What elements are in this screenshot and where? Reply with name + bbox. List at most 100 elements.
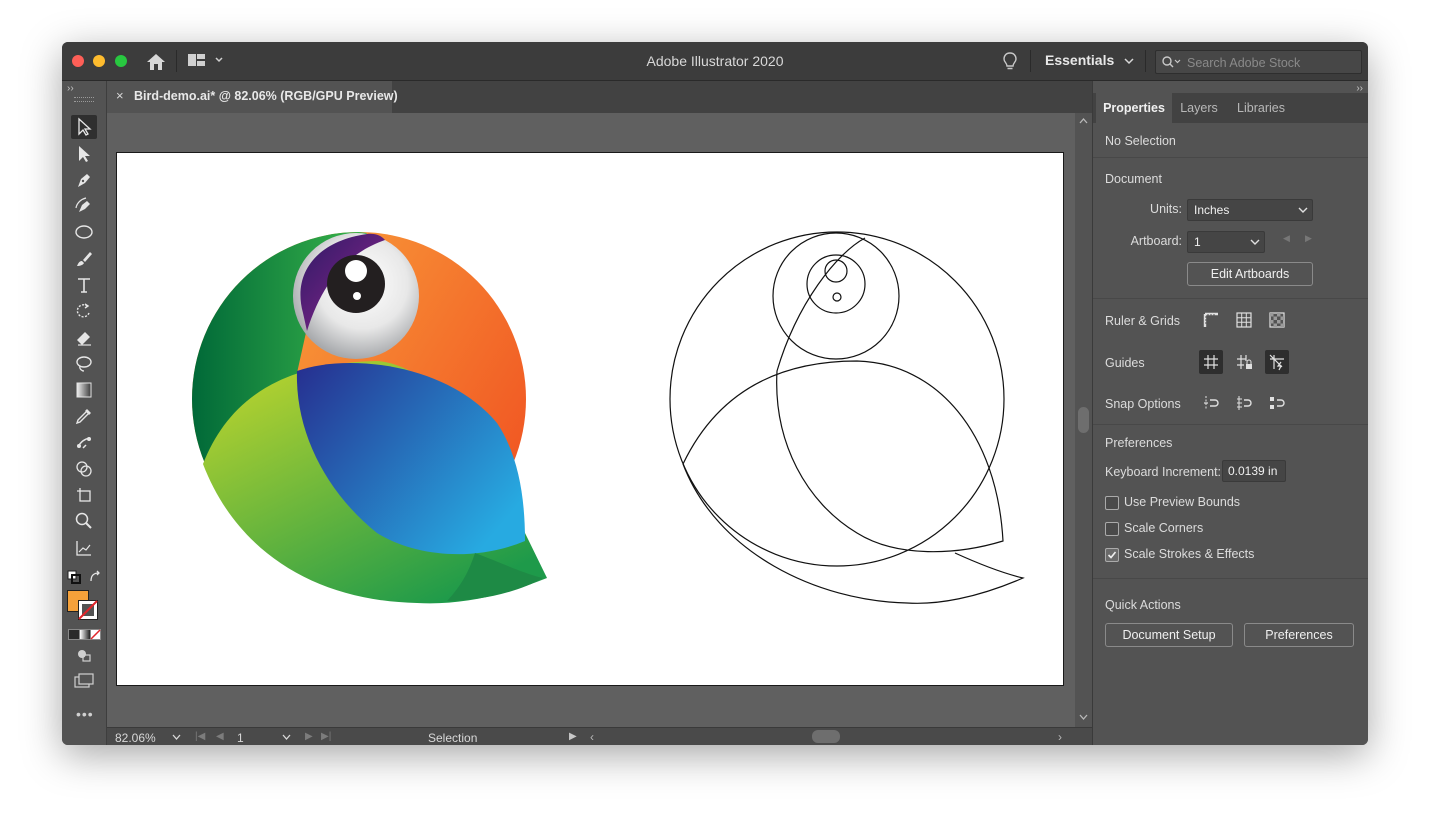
scale-corners-checkbox[interactable] (1105, 522, 1119, 536)
transparency-grid-toggle[interactable] (1265, 308, 1289, 332)
horizontal-scrollbar-thumb[interactable] (812, 730, 840, 743)
shape-builder-tool[interactable] (71, 457, 97, 481)
rotate-tool[interactable] (71, 299, 97, 323)
graph-tool[interactable] (71, 536, 97, 560)
preferences-button[interactable]: Preferences (1244, 623, 1354, 647)
snap-to-pixel-toggle[interactable] (1265, 391, 1289, 415)
artboard-value: 1 (1194, 235, 1201, 249)
divider (1145, 50, 1146, 72)
direct-selection-tool[interactable] (71, 142, 97, 166)
search-icon (1162, 56, 1181, 68)
panel-tabs: Properties Layers Libraries (1093, 93, 1368, 123)
tab-layers[interactable]: Layers (1173, 93, 1225, 123)
curvature-tool[interactable] (71, 194, 97, 218)
prev-artboard-icon[interactable]: ◀ (216, 731, 224, 742)
screen-mode-icon[interactable] (73, 673, 95, 689)
stock-search-box[interactable] (1155, 50, 1362, 74)
divider (1093, 298, 1368, 299)
keyboard-increment-label: Keyboard Increment: (1105, 465, 1222, 479)
search-input[interactable] (1185, 53, 1359, 73)
artboard-tool[interactable] (71, 483, 97, 507)
chevron-down-icon (1250, 239, 1260, 245)
type-icon (78, 278, 90, 293)
scroll-up-icon[interactable] (1079, 117, 1088, 125)
scroll-down-icon[interactable] (1079, 713, 1088, 721)
last-artboard-icon[interactable]: ▶| (321, 731, 331, 742)
more-tools-icon[interactable]: ••• (76, 707, 94, 721)
keyboard-increment-field[interactable]: 0.0139 in (1222, 460, 1286, 482)
show-guides-toggle[interactable] (1199, 350, 1223, 374)
graph-icon (76, 541, 91, 556)
artboard[interactable] (116, 152, 1064, 686)
workspace-switcher[interactable]: Essentials (1045, 52, 1114, 68)
stroke-swatch[interactable] (78, 600, 98, 620)
zoom-chevron-down-icon[interactable] (172, 733, 181, 741)
lasso-tool[interactable] (71, 352, 97, 376)
eyedropper-tool[interactable] (71, 404, 97, 428)
blend-tool[interactable] (71, 431, 97, 455)
draw-mode-icon[interactable] (76, 647, 92, 663)
collapse-toolbar-icon[interactable]: ›› (67, 83, 74, 94)
guides-label: Guides (1105, 356, 1145, 370)
edit-artboards-button[interactable]: Edit Artboards (1187, 262, 1313, 286)
snap-to-point-toggle[interactable] (1199, 391, 1223, 415)
artboard-dropdown[interactable]: 1 (1187, 231, 1265, 253)
units-dropdown[interactable]: Inches (1187, 199, 1313, 221)
units-label: Units: (1150, 202, 1182, 216)
default-fill-stroke-icon[interactable] (67, 570, 81, 584)
close-tab-icon[interactable]: × (116, 88, 124, 103)
snap-to-grid-icon (1237, 396, 1252, 410)
checkmark-icon (1107, 551, 1117, 559)
paintbrush-tool[interactable] (71, 247, 97, 271)
units-value: Inches (1194, 203, 1230, 217)
tab-properties[interactable]: Properties (1096, 93, 1172, 123)
grid-icon (1236, 312, 1252, 328)
toolbar-grip[interactable] (74, 97, 94, 102)
type-tool[interactable] (71, 273, 97, 297)
tab-libraries[interactable]: Libraries (1229, 93, 1293, 123)
grid-toggle[interactable] (1232, 308, 1256, 332)
none-mode-button[interactable] (90, 629, 101, 640)
status-menu-icon[interactable]: ▶ (569, 731, 577, 742)
eraser-icon (77, 332, 91, 346)
swap-fill-stroke-icon[interactable] (88, 570, 102, 584)
document-setup-button[interactable]: Document Setup (1105, 623, 1233, 647)
pen-tool[interactable] (71, 168, 97, 192)
ruler-grids-label: Ruler & Grids (1105, 314, 1181, 328)
next-artboard-icon[interactable]: ▶ (305, 731, 313, 742)
eraser-tool[interactable] (71, 325, 97, 349)
scroll-right-icon[interactable]: › (1058, 730, 1062, 744)
snap-to-point-icon (1204, 396, 1219, 410)
gradient-tool[interactable] (71, 378, 97, 402)
scrollbar-thumb[interactable] (1078, 407, 1089, 433)
use-preview-bounds-checkbox[interactable] (1105, 496, 1119, 510)
snap-to-pixel-icon (1270, 397, 1285, 409)
canvas-area[interactable] (107, 113, 1075, 727)
scale-strokes-effects-checkbox[interactable] (1105, 548, 1119, 562)
zoom-tool[interactable] (71, 509, 97, 533)
lock-guides-toggle[interactable] (1232, 350, 1256, 374)
guides-icon (1204, 355, 1218, 369)
divider (1093, 157, 1368, 158)
smart-guides-toggle[interactable] (1265, 350, 1289, 374)
next-artboard-icon[interactable]: ▶ (1305, 233, 1312, 244)
keyboard-increment-value: 0.0139 in (1228, 464, 1278, 478)
lightbulb-icon[interactable] (1002, 51, 1018, 71)
artboard-navigator-field[interactable]: 1 (237, 731, 244, 745)
snap-options-label: Snap Options (1105, 397, 1181, 411)
vertical-scrollbar[interactable] (1075, 113, 1092, 727)
ruler-toggle[interactable] (1199, 308, 1223, 332)
scroll-left-icon[interactable]: ‹ (590, 730, 594, 744)
snap-to-grid-toggle[interactable] (1232, 391, 1256, 415)
curvature-pen-icon (75, 197, 90, 212)
puppet-warp-icon (77, 437, 91, 449)
chevron-down-icon[interactable] (1124, 56, 1134, 66)
document-tab[interactable]: × Bird-demo.ai* @ 82.06% (RGB/GPU Previe… (107, 81, 398, 113)
selection-tool[interactable] (71, 115, 97, 139)
paintbrush-icon (77, 252, 92, 266)
zoom-level[interactable]: 82.06% (115, 731, 156, 745)
ellipse-tool[interactable] (71, 220, 97, 244)
artboard-chevron-down-icon[interactable] (282, 733, 291, 741)
first-artboard-icon[interactable]: |◀ (195, 731, 205, 742)
prev-artboard-icon[interactable]: ◀ (1283, 233, 1290, 244)
